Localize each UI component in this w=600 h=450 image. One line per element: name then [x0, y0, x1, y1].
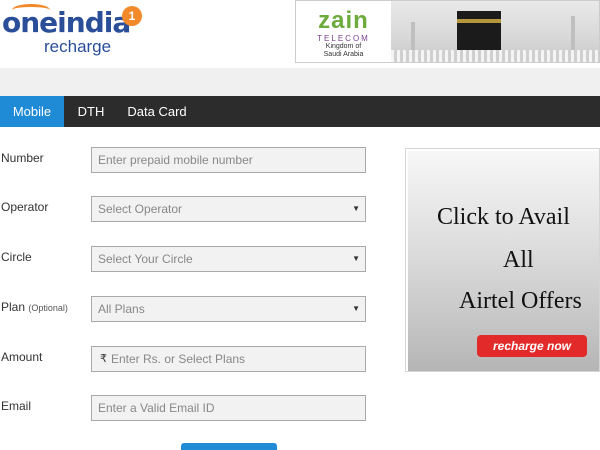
amount-label: Amount — [1, 350, 43, 364]
amount-row: Amount ₹ Enter Rs. or Select Plans — [0, 346, 380, 376]
zain-tagline: TELECOM — [317, 34, 370, 43]
zain-logo: zain — [318, 7, 369, 34]
zain-ad-banner[interactable]: zain TELECOM Kingdom of Saudi Arabia — [295, 0, 600, 63]
oneindia-recharge-logo[interactable]: oneindia recharge 1 — [2, 4, 142, 60]
logo-badge: 1 — [122, 6, 142, 26]
recharge-tabs: Mobile DTH Data Card — [0, 96, 600, 127]
promo-line-3: Airtel Offers — [459, 288, 582, 314]
rupee-icon: ₹ — [100, 353, 107, 365]
dropdown-arrow-icon: ▼ — [352, 254, 360, 263]
site-header: oneindia recharge 1 zain TELECOM Kingdom… — [0, 0, 600, 68]
operator-row: Operator Select Operator ▼ — [0, 196, 380, 226]
email-input[interactable] — [91, 395, 366, 421]
promo-background: Click to Avail All Airtel Offers recharg… — [408, 151, 599, 371]
dropdown-arrow-icon: ▼ — [352, 204, 360, 213]
plan-select-value: All Plans — [98, 302, 145, 316]
zain-logo-box: zain TELECOM Kingdom of Saudi Arabia — [296, 1, 391, 62]
tab-data-card[interactable]: Data Card — [118, 96, 196, 127]
zain-country-line1: Kingdom of — [325, 43, 362, 50]
plan-label: Plan (Optional) — [1, 300, 68, 314]
logo-sub-text: recharge — [44, 37, 112, 56]
kaaba-image — [391, 1, 599, 62]
zain-country-line2: Saudi Arabia — [323, 51, 364, 58]
circle-select-value: Select Your Circle — [98, 252, 193, 266]
kaaba-shape — [457, 11, 501, 53]
airtel-promo-banner[interactable]: Click to Avail All Airtel Offers recharg… — [405, 148, 600, 372]
email-row: Email — [0, 395, 380, 425]
header-gap — [0, 68, 600, 96]
operator-label: Operator — [1, 200, 49, 214]
circle-select[interactable]: Select Your Circle ▼ — [91, 246, 366, 272]
promo-line-2: All — [503, 247, 534, 273]
email-label: Email — [1, 399, 32, 413]
plan-label-text: Plan — [1, 300, 26, 314]
logo-main-text: oneindia — [2, 6, 131, 39]
crowd-shape — [391, 50, 599, 62]
submit-button[interactable] — [181, 443, 277, 450]
tab-dth[interactable]: DTH — [64, 96, 118, 127]
dropdown-arrow-icon: ▼ — [352, 304, 360, 313]
plan-row: Plan (Optional) All Plans ▼ — [0, 296, 380, 326]
plan-optional-note: (Optional) — [28, 303, 68, 313]
zain-country: Kingdom of Saudi Arabia — [296, 43, 391, 59]
kaaba-band — [457, 19, 501, 23]
circle-label: Circle — [1, 250, 32, 264]
operator-select[interactable]: Select Operator ▼ — [91, 196, 366, 222]
circle-row: Circle Select Your Circle ▼ — [0, 246, 380, 276]
recharge-now-button[interactable]: recharge now — [477, 335, 587, 357]
number-input[interactable] — [91, 147, 366, 173]
amount-placeholder: Enter Rs. or Select Plans — [111, 352, 246, 366]
number-row: Number — [0, 147, 380, 177]
promo-line-1: Click to Avail — [437, 204, 570, 230]
operator-select-value: Select Operator — [98, 202, 183, 216]
tab-mobile[interactable]: Mobile — [0, 96, 64, 127]
plan-select[interactable]: All Plans ▼ — [91, 296, 366, 322]
number-label: Number — [1, 151, 44, 165]
amount-input[interactable]: ₹ Enter Rs. or Select Plans — [91, 346, 366, 372]
